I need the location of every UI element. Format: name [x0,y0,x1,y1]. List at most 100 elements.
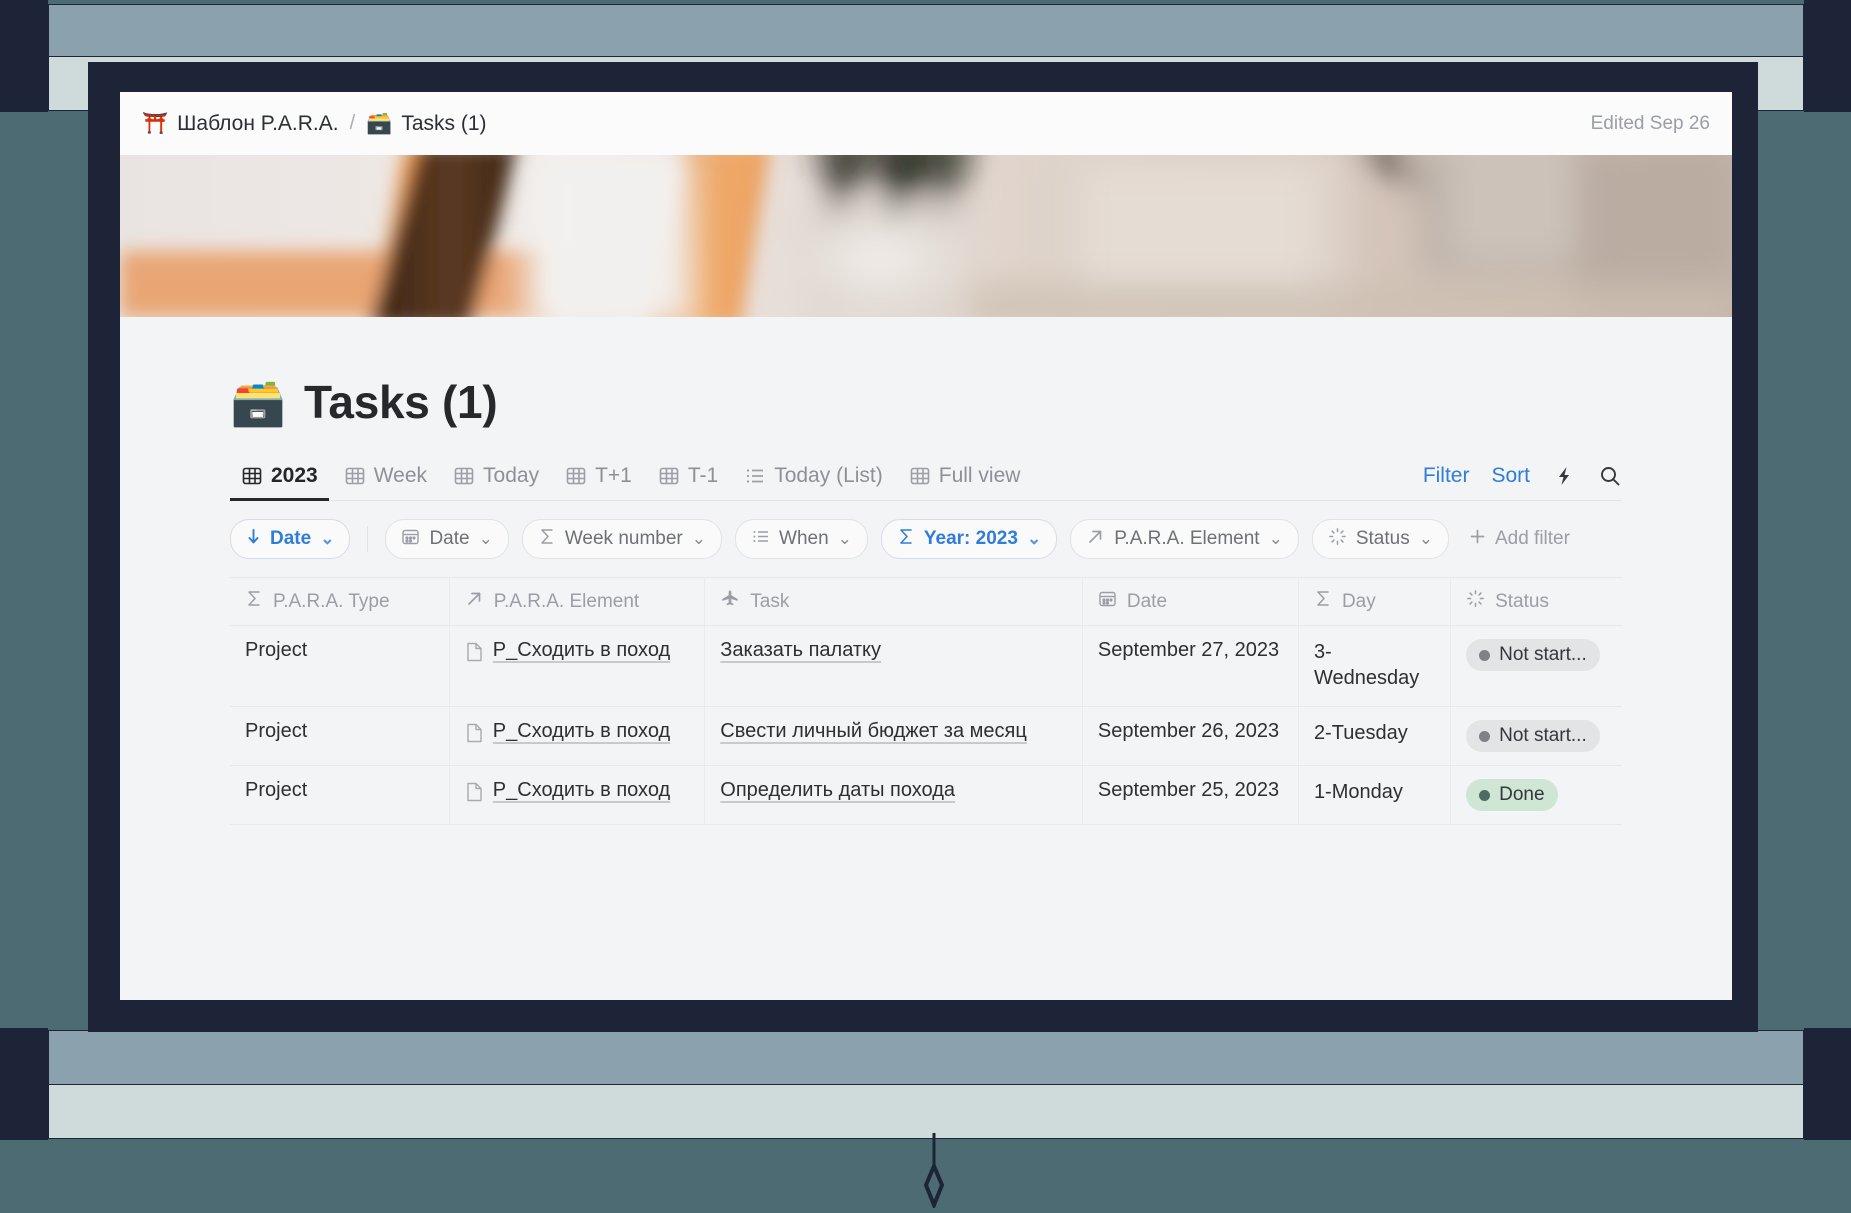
cell-status[interactable]: Not start... [1451,626,1622,706]
column-header-task[interactable]: Task [705,578,1083,625]
cell-task[interactable]: Заказать палатку [705,626,1083,706]
column-header-para-type[interactable]: P.A.R.A. Type [230,578,450,625]
cell-para-type: Project [230,626,450,706]
add-filter-label: Add filter [1494,528,1570,549]
table-header-row: P.A.R.A. Type P.A.R.A. Element Task Date… [230,578,1622,625]
table-icon [658,465,680,487]
cell-task[interactable]: Определить даты похода [705,766,1083,824]
add-filter-button[interactable]: Add filter [1462,527,1576,552]
chips-divider [367,526,369,552]
status-icon [1466,589,1485,614]
cell-para-element-link[interactable]: P_Сходить в поход [493,779,670,802]
status-badge: Done [1466,779,1558,811]
cell-para-type: Project [230,707,450,765]
column-header-label: Date [1126,590,1168,612]
top-bar: ⛩️ Шаблон P.A.R.A. / 🗃️ Tasks (1) Edited… [120,92,1732,155]
document-icon [465,641,484,669]
tab-full-view[interactable]: Full view [898,464,1032,500]
sigma-icon [245,589,263,614]
status-dot-icon [1479,789,1491,801]
plus-icon [1468,527,1487,552]
view-tabs-row: 2023 Week Today T+1 T-1 Today (List) Ful… [230,455,1622,501]
page-title-row: 🗃️ Tasks (1) [120,317,1732,429]
column-header-date[interactable]: Date [1083,578,1299,625]
cover-image[interactable] [120,155,1732,317]
filter-chip-label: When [779,528,829,549]
filter-chip-date[interactable]: Date ⌄ [385,519,509,559]
cell-day: 3-Wednesday [1299,626,1452,706]
lightning-bolt-icon[interactable] [1552,464,1576,488]
cell-para-element[interactable]: P_Сходить в поход [450,626,706,706]
tab-week[interactable]: Week [333,464,438,500]
tab-label: T-1 [687,464,719,487]
view-toolbar: Filter Sort [1423,464,1622,500]
relation-icon [465,589,484,614]
filter-chip-label: Status [1355,528,1410,549]
filter-chip-year[interactable]: Year: 2023 ⌄ [880,519,1058,559]
table-row[interactable]: Project P_Сходить в поход Свести личный … [230,707,1622,766]
document-icon [465,722,484,750]
cell-task-link[interactable]: Определить даты похода [720,779,955,802]
card-file-box-icon: 🗃️ [230,376,287,428]
cover-photo-graphic [120,155,1732,317]
chevron-down-icon: ⌄ [837,529,852,548]
calendar-icon [1098,589,1117,614]
page-body: 🗃️ Tasks (1) 2023 Week Today T+1 T-1 Tod… [120,317,1732,1000]
breadcrumb-item-parent[interactable]: ⛩️ Шаблон P.A.R.A. [142,112,339,136]
filter-chip-status[interactable]: Status ⌄ [1311,519,1449,559]
cell-task-link[interactable]: Заказать палатку [720,639,881,662]
tab-2023[interactable]: 2023 [230,464,329,501]
breadcrumb-item-current[interactable]: 🗃️ Tasks (1) [366,112,486,136]
chevron-down-icon: ⌄ [1026,529,1042,548]
cell-para-element-link[interactable]: P_Сходить в поход [493,720,670,743]
sort-button[interactable]: Sort [1491,464,1530,488]
cell-para-element[interactable]: P_Сходить в поход [450,707,706,765]
cell-para-element[interactable]: P_Сходить в поход [450,766,706,824]
filter-chip-when[interactable]: When ⌄ [735,519,868,559]
column-header-para-element[interactable]: P.A.R.A. Element [450,578,706,625]
column-header-label: Day [1341,590,1376,612]
cell-status[interactable]: Done [1451,766,1622,824]
cell-day-value: 1-Monday [1313,781,1403,803]
pendant-ornament [919,1133,949,1213]
notion-app-window: ⛩️ Шаблон P.A.R.A. / 🗃️ Tasks (1) Edited… [120,92,1732,1000]
table-icon [565,465,587,487]
tab-t-plus-1[interactable]: T+1 [554,464,643,500]
tab-today-list[interactable]: Today (List) [733,464,894,500]
column-header-status[interactable]: Status [1451,578,1622,625]
tab-label: Today (List) [774,464,883,487]
database-table: P.A.R.A. Type P.A.R.A. Element Task Date… [230,577,1622,825]
filter-button[interactable]: Filter [1423,464,1470,488]
cell-task-link[interactable]: Свести личный бюджет за месяц [720,720,1027,743]
cell-task[interactable]: Свести личный бюджет за месяц [705,707,1083,765]
search-icon[interactable] [1598,464,1622,488]
status-dot-icon [1479,730,1491,742]
sort-chip-date[interactable]: Date ⌄ [230,519,351,559]
chrome-edge-bottom-left [0,1028,48,1140]
table-icon [344,465,366,487]
cell-status[interactable]: Not start... [1451,707,1622,765]
column-header-label: Status [1495,590,1549,612]
column-header-label: P.A.R.A. Type [273,590,390,612]
table-row[interactable]: Project P_Сходить в поход Заказать палат… [230,626,1622,707]
table-row[interactable]: Project P_Сходить в поход Определить дат… [230,766,1622,825]
status-badge: Not start... [1466,639,1600,671]
status-badge-label: Not start... [1499,644,1587,665]
column-header-day[interactable]: Day [1299,578,1452,625]
tab-t-minus-1[interactable]: T-1 [647,464,729,500]
breadcrumb-parent-label: Шаблон P.A.R.A. [177,111,339,135]
cell-day-value: 3-Wednesday [1313,641,1420,690]
tab-today[interactable]: Today [442,464,550,500]
cell-para-element-link[interactable]: P_Сходить в поход [493,639,670,662]
filter-chip-para-element[interactable]: P.A.R.A. Element ⌄ [1070,519,1299,559]
status-badge: Not start... [1466,720,1600,752]
cell-day-value: 2-Tuesday [1313,722,1408,744]
arrow-down-icon [246,528,261,551]
table-body: Project P_Сходить в поход Заказать палат… [230,626,1622,825]
column-header-label: P.A.R.A. Element [493,590,640,612]
list-icon [744,465,766,487]
sigma-icon [1314,589,1332,614]
tab-label: Week [373,464,428,487]
filter-chip-week-number[interactable]: Week number ⌄ [521,519,723,559]
last-edited-label: Edited Sep 26 [1590,112,1710,134]
